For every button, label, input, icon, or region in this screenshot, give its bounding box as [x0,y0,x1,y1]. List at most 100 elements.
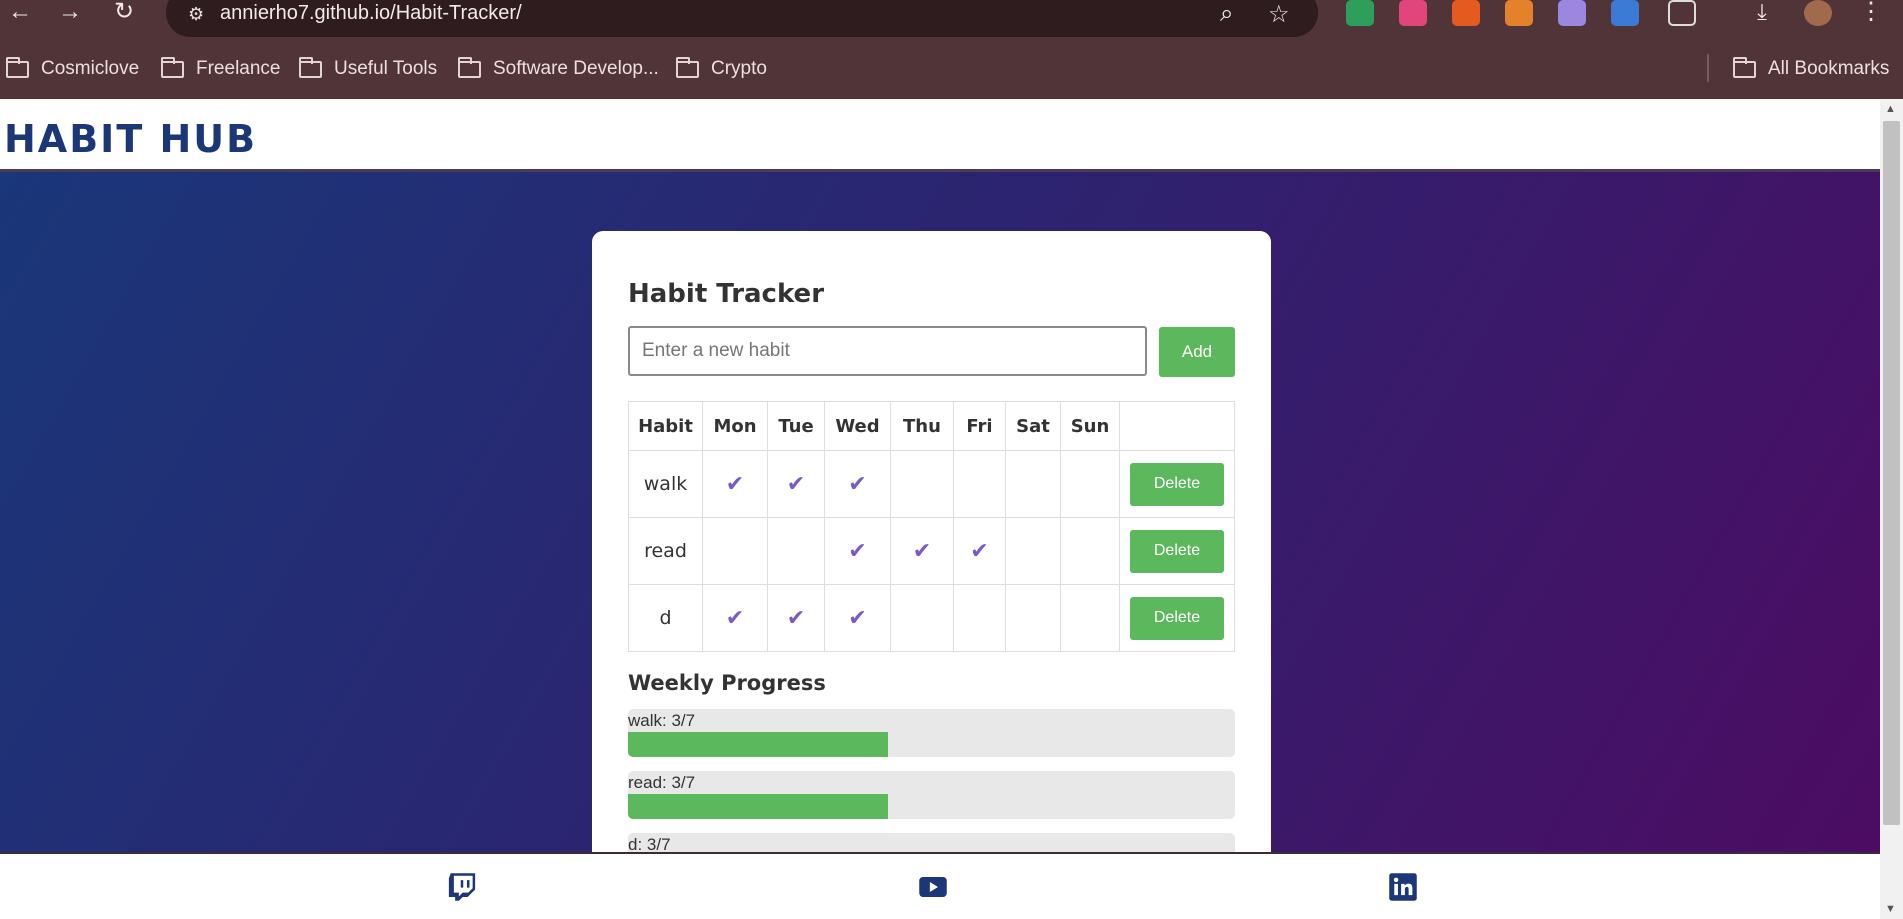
day-cell[interactable]: ✔ [702,450,768,518]
new-habit-input[interactable] [628,326,1147,376]
day-cell[interactable] [1060,450,1120,518]
day-cell[interactable] [1005,584,1061,652]
checkmark-icon: ✔ [912,538,932,564]
browser-toolbar: ← → ↻ ⚙ annierho7.github.io/Habit-Tracke… [0,0,1903,40]
day-cell[interactable] [1005,450,1061,518]
bookmark-cosmiclove[interactable]: Cosmiclove [6,56,139,82]
site-header: HABIT HUB [0,99,1880,172]
checkmark-icon: ✔ [786,471,806,497]
table-header-row: Habit Mon Tue Wed Thu Fri Sat Sun [628,401,1235,451]
menu-kebab-icon[interactable]: ⋮ [1851,0,1891,26]
folder-icon [676,56,699,78]
day-cell[interactable]: ✔ [890,517,954,585]
day-cell[interactable] [890,584,954,652]
column-header [1119,401,1235,451]
progress-item: read: 3/7 [628,771,1235,819]
action-cell: Delete [1119,584,1235,652]
day-cell[interactable] [767,517,825,585]
checkmark-icon: ✔ [725,471,745,497]
bookmark-freelance[interactable]: Freelance [161,56,281,82]
column-header: Wed [824,401,891,451]
site-settings-icon[interactable]: ⚙ [188,4,204,25]
table-row: walk ✔ ✔ ✔ Delete [628,450,1235,518]
checkmark-icon: ✔ [848,471,867,497]
folder-icon [161,56,184,78]
habit-name-cell: walk [628,450,703,518]
day-cell[interactable]: ✔ [767,584,825,652]
linkedin-icon[interactable] [1388,872,1418,902]
add-habit-button[interactable]: Add [1159,327,1235,377]
bookmarks-bar: Cosmiclove Freelance Useful Tools Softwa… [0,40,1903,99]
scroll-up-icon[interactable]: ▲ [1885,103,1896,115]
folder-icon [299,56,322,78]
day-cell[interactable] [953,450,1006,518]
habit-name-cell: d [628,584,703,652]
day-cell[interactable]: ✔ [953,517,1006,585]
progress-bar-fill [628,732,889,757]
day-cell[interactable] [702,517,768,585]
habit-name-cell: read [628,517,703,585]
extension-icon[interactable] [1558,0,1586,26]
column-header: Thu [890,401,954,451]
scroll-thumb[interactable] [1883,121,1900,825]
extension-icon[interactable] [1452,0,1480,26]
folder-icon [6,56,29,78]
column-header: Fri [953,401,1006,451]
bookmark-crypto[interactable]: Crypto [676,56,767,82]
forward-icon[interactable]: → [50,0,90,26]
download-icon[interactable]: ⤓ [1742,0,1782,26]
bookmark-useful-tools[interactable]: Useful Tools [299,56,437,82]
delete-habit-button[interactable]: Delete [1130,529,1224,573]
action-cell: Delete [1119,517,1235,585]
url-text[interactable]: annierho7.github.io/Habit-Tracker/ [220,2,522,25]
bookmarks-divider [1707,54,1709,82]
day-cell[interactable] [953,584,1006,652]
day-cell[interactable]: ✔ [702,584,768,652]
checkmark-icon: ✔ [725,605,745,631]
hero-background: Habit Tracker Add Habit Mon Tue Wed Thu … [0,172,1880,854]
site-footer [0,852,1880,919]
checkmark-icon: ✔ [848,605,867,631]
back-icon[interactable]: ← [0,0,40,26]
column-header: Sat [1005,401,1061,451]
checkmark-icon: ✔ [848,538,867,564]
extension-icon[interactable] [1399,0,1427,26]
day-cell[interactable] [1060,584,1120,652]
page-scrollbar[interactable]: ▲ ▼ [1880,99,1903,919]
folder-icon [458,56,481,78]
bookmark-software-develop[interactable]: Software Develop... [458,56,659,82]
zoom-icon[interactable]: ⌕ [1220,0,1233,28]
checkmark-icon: ✔ [970,538,989,564]
habit-table: Habit Mon Tue Wed Thu Fri Sat Sun walk ✔ ✔… [628,401,1235,652]
checkmark-icon: ✔ [786,605,806,631]
day-cell[interactable] [1005,517,1061,585]
day-cell[interactable] [890,450,954,518]
youtube-icon[interactable] [918,872,948,902]
table-row: read ✔ ✔ ✔ Delete [628,517,1235,585]
action-cell: Delete [1119,450,1235,518]
delete-habit-button[interactable]: Delete [1130,462,1224,506]
google-drive-icon[interactable] [1346,0,1374,26]
address-bar[interactable]: ⚙ annierho7.github.io/Habit-Tracker/ ⌕ ☆ [166,0,1318,37]
reload-icon[interactable]: ↻ [104,0,144,26]
scroll-down-icon[interactable]: ▼ [1885,903,1896,915]
metamask-icon[interactable] [1505,0,1533,26]
extension-icon[interactable] [1611,0,1639,26]
habit-tracker-card: Habit Tracker Add Habit Mon Tue Wed Thu … [592,231,1271,854]
day-cell[interactable]: ✔ [767,450,825,518]
brand-logo-text[interactable]: HABIT HUB [4,117,257,161]
day-cell[interactable] [1060,517,1120,585]
column-header: Habit [628,401,703,451]
twitch-icon[interactable] [447,872,477,902]
all-bookmarks[interactable]: All Bookmarks [1733,56,1889,82]
day-cell[interactable]: ✔ [824,450,891,518]
weekly-progress-title: Weekly Progress [628,671,826,695]
avatar[interactable] [1804,0,1832,26]
extensions-puzzle-icon[interactable] [1668,0,1696,26]
delete-habit-button[interactable]: Delete [1130,596,1224,640]
progress-label: walk: 3/7 [628,711,696,730]
day-cell[interactable]: ✔ [824,584,891,652]
bookmark-star-icon[interactable]: ☆ [1268,0,1290,29]
table-row: d ✔ ✔ ✔ Delete [628,584,1235,652]
day-cell[interactable]: ✔ [824,517,891,585]
